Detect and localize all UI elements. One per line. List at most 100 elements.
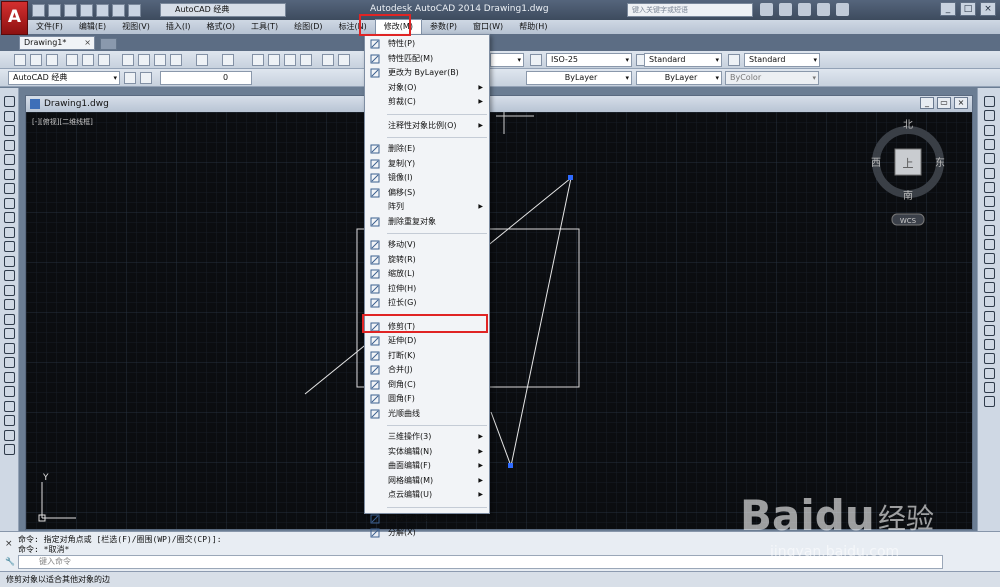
user-icon[interactable]	[779, 3, 792, 16]
menu-item-10[interactable]: 窗口(W)	[465, 20, 511, 34]
redo-icon[interactable]	[222, 54, 234, 66]
layer-manager-icon[interactable]	[140, 72, 152, 84]
minimize-icon[interactable]: _	[920, 97, 934, 109]
layer-select[interactable]: 0	[160, 71, 252, 85]
draw-tool-icon[interactable]	[4, 110, 15, 122]
modify-tool-icon[interactable]	[984, 210, 995, 222]
grip-point[interactable]	[568, 175, 573, 180]
menu-item-5[interactable]: 工具(T)	[243, 20, 286, 34]
modify-tool-icon[interactable]	[984, 324, 995, 336]
modify-tool-icon[interactable]	[984, 353, 995, 365]
modify-menu-item-16[interactable]: 旋转(R)	[365, 253, 489, 267]
plotstyle-select[interactable]: ByColor ▾	[725, 71, 819, 85]
restore-icon[interactable]: ▭	[937, 97, 951, 109]
modify-menu-item-27[interactable]: 光顺曲线	[365, 407, 489, 421]
mleaderstyle-icon[interactable]	[728, 54, 740, 66]
workspace-combo[interactable]: AutoCAD 经典 ▾	[8, 71, 120, 85]
modify-tool-icon[interactable]	[984, 239, 995, 250]
modify-tool-icon[interactable]	[984, 367, 995, 379]
draw-tool-icon[interactable]	[4, 168, 15, 180]
app-logo[interactable]: A	[1, 1, 28, 35]
open-icon[interactable]	[30, 54, 42, 66]
modify-menu-item-19[interactable]: 拉长(G)	[365, 296, 489, 310]
modify-menu-item-33[interactable]: 点云编辑(U) ▶	[365, 488, 489, 502]
modify-menu-item-4[interactable]: 剪裁(C) ▶	[365, 95, 489, 109]
paste-icon[interactable]	[154, 54, 166, 66]
mleaderstyle-select[interactable]: Standard ▾	[744, 53, 820, 67]
modify-tool-icon[interactable]	[984, 153, 995, 165]
modify-tool-icon[interactable]	[984, 196, 995, 208]
modify-tool-icon[interactable]	[984, 310, 995, 322]
modify-tool-icon[interactable]	[984, 110, 995, 122]
modify-menu-item-12[interactable]: 阵列 ▶	[365, 200, 489, 214]
modify-menu-item-1[interactable]: 特性匹配(M)	[365, 52, 489, 66]
draw-tool-icon[interactable]	[4, 125, 15, 136]
open-icon[interactable]	[48, 3, 61, 17]
print-icon[interactable]	[66, 54, 78, 66]
properties-icon[interactable]	[322, 54, 334, 66]
tab-drawing1[interactable]: Drawing1* ×	[19, 36, 95, 50]
draw-tool-icon[interactable]	[4, 415, 15, 426]
draw-tool-icon[interactable]	[4, 284, 15, 296]
draw-tool-icon[interactable]	[4, 241, 15, 252]
menu-item-7[interactable]: 标注(N)	[331, 20, 375, 34]
publish-icon[interactable]	[98, 54, 110, 66]
command-close-icon[interactable]: × 🔧	[3, 536, 15, 568]
exchange-icon[interactable]	[798, 3, 811, 16]
new-icon[interactable]	[32, 3, 45, 17]
modify-menu-item-6[interactable]: 注释性对象比例(O) ▶	[365, 119, 489, 133]
design-center-icon[interactable]	[338, 54, 350, 66]
modify-menu-item-26[interactable]: 圆角(F)	[365, 392, 489, 406]
pan-icon[interactable]	[252, 54, 264, 66]
minimize-icon[interactable]: _	[940, 2, 956, 16]
modify-menu-item-3[interactable]: 对象(O) ▶	[365, 81, 489, 95]
draw-tool-icon[interactable]	[4, 255, 15, 267]
modify-menu-item-21[interactable]: 修剪(T)	[365, 320, 489, 334]
gear-icon[interactable]	[124, 72, 136, 84]
modify-tool-icon[interactable]	[984, 296, 995, 308]
draw-tool-icon[interactable]	[4, 357, 15, 368]
modify-menu-item-25[interactable]: 倒角(C)	[365, 378, 489, 392]
menu-item-1[interactable]: 编辑(E)	[71, 20, 114, 34]
menu-item-0[interactable]: 文件(F)	[28, 20, 71, 34]
cut-icon[interactable]	[122, 54, 134, 66]
modify-menu-item-30[interactable]: 实体编辑(N) ▶	[365, 445, 489, 459]
modify-tool-icon[interactable]	[984, 253, 995, 265]
linetype-select[interactable]: ByLayer ▾	[526, 71, 632, 85]
lineweight-select[interactable]: ByLayer ▾	[636, 71, 722, 85]
draw-tool-icon[interactable]	[4, 386, 15, 397]
new-tab-button[interactable]	[100, 38, 117, 50]
draw-tool-icon[interactable]	[4, 299, 15, 310]
redo-icon[interactable]	[128, 3, 141, 17]
draw-tool-icon[interactable]	[4, 183, 15, 194]
close-icon[interactable]: ×	[980, 2, 996, 16]
modify-menu-item-29[interactable]: 三维操作(3) ▶	[365, 430, 489, 444]
tablestyle-select[interactable]: Standard ▾	[644, 53, 722, 67]
modify-menu-item-15[interactable]: 移动(V)	[365, 238, 489, 252]
draw-tool-icon[interactable]	[4, 313, 15, 325]
modify-menu-item-9[interactable]: 复制(Y)	[365, 157, 489, 171]
save-as-icon[interactable]	[80, 3, 93, 17]
draw-tool-icon[interactable]	[4, 371, 15, 383]
modify-tool-icon[interactable]	[984, 396, 995, 408]
menu-item-8[interactable]: 修改(M)	[374, 19, 422, 35]
draw-tool-icon[interactable]	[4, 270, 15, 281]
modify-menu-item-0[interactable]: 特性(P)	[365, 37, 489, 51]
textstyle-select[interactable]: ▾	[490, 53, 524, 67]
modify-tool-icon[interactable]	[984, 281, 995, 293]
modify-menu-item-31[interactable]: 曲面编辑(F) ▶	[365, 459, 489, 473]
draw-tool-icon[interactable]	[4, 400, 15, 412]
modify-tool-icon[interactable]	[984, 382, 995, 393]
workspace-select[interactable]: AutoCAD 经典	[160, 3, 286, 17]
menu-item-4[interactable]: 格式(O)	[198, 20, 243, 34]
dimstyle-select[interactable]: ISO-25 ▾	[546, 53, 632, 67]
modify-menu-item-32[interactable]: 网格编辑(M) ▶	[365, 474, 489, 488]
maximize-icon[interactable]: □	[960, 2, 976, 16]
modify-tool-icon[interactable]	[984, 138, 995, 150]
draw-tool-icon[interactable]	[4, 212, 15, 223]
modify-menu-item-35[interactable]: 更改空间(S)	[365, 512, 489, 526]
dimstyle-icon[interactable]	[530, 54, 542, 66]
draw-tool-icon[interactable]	[4, 328, 15, 339]
save-icon[interactable]	[46, 54, 58, 66]
print-icon[interactable]	[96, 3, 109, 17]
